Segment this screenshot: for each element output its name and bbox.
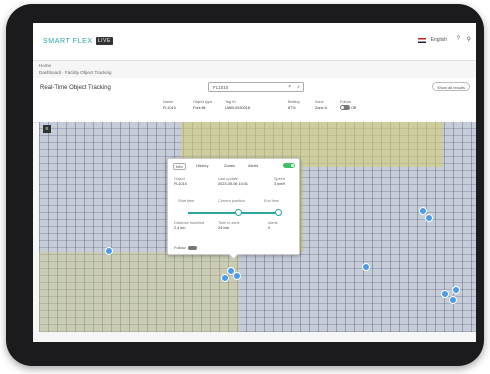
top-bar: SMART FLEX LIVE English ? ⚲ (33, 23, 476, 61)
tablet-frame: SMART FLEX LIVE English ? ⚲ Home Dashboar… (6, 4, 484, 366)
logo-badge: LIVE (95, 37, 113, 45)
layers-icon[interactable]: ≡ (43, 125, 51, 133)
field-speed: Speed 3 km/h (274, 177, 286, 186)
help-icon[interactable]: ? (457, 36, 460, 42)
search-value: FL1010 (213, 85, 229, 90)
time-slider-end-handle[interactable] (275, 209, 282, 216)
column-tag-id: Tag ID UWB-0030018 (225, 100, 250, 110)
logo-text: SMART FLEX (43, 38, 93, 45)
time-slider[interactable] (188, 212, 278, 214)
tracking-header: Real-Time Object Tracking FL1010 × ⌕ Sho… (33, 78, 476, 123)
object-info-popup: Info History Zones Alerts Object FL1010 … (167, 158, 300, 260)
user-icon[interactable]: ⚲ (467, 36, 471, 43)
field-distance: Distance travelled 2.4 km (174, 221, 205, 230)
zone-area (39, 252, 239, 332)
tag-marker[interactable] (105, 247, 113, 255)
column-battery: Battery 87% (288, 100, 301, 110)
slider-start-label: Start time (178, 199, 195, 203)
zone-area (303, 122, 443, 167)
breadcrumb: Home Dashboard · Facility Object Trackin… (39, 62, 112, 76)
popup-follow-toggle[interactable] (187, 246, 197, 250)
popup-follow: Follow (174, 245, 197, 250)
tag-marker[interactable] (449, 296, 457, 304)
tag-marker[interactable] (441, 290, 449, 298)
breadcrumb-home[interactable]: Home (39, 62, 112, 69)
field-object: Object FL1010 (174, 177, 187, 186)
tag-marker[interactable] (233, 272, 241, 280)
column-name: Name FL1010 (163, 100, 176, 110)
tracking-toggle[interactable] (283, 163, 295, 168)
tab-info[interactable]: Info (173, 163, 186, 170)
search-icon[interactable]: ⌕ (297, 84, 300, 90)
tab-zones[interactable]: Zones (224, 163, 235, 168)
tag-marker[interactable] (362, 263, 370, 271)
field-alerts: Alerts 0 (268, 221, 278, 230)
tab-history[interactable]: History (196, 163, 208, 168)
column-follow: Follow Off (340, 100, 357, 110)
app-screen: SMART FLEX LIVE English ? ⚲ Home Dashboar… (33, 23, 476, 342)
language-selector[interactable]: English (431, 37, 447, 43)
app-logo[interactable]: SMART FLEX LIVE (43, 37, 113, 45)
tag-marker[interactable] (452, 286, 460, 294)
follow-toggle[interactable] (340, 105, 350, 110)
search-input[interactable]: FL1010 × ⌕ (208, 82, 304, 92)
column-object-type: Object type Fork lift (193, 100, 213, 110)
field-last-update: Last update 2023-05-06 10:41 (218, 177, 248, 186)
slider-end-label: End time (264, 199, 279, 203)
page-title: Real-Time Object Tracking (40, 85, 111, 91)
slider-current-label: Current position (218, 199, 245, 203)
field-time-in-zone: Time in zone 24 min (218, 221, 240, 230)
column-zone: Zone Zone A (315, 100, 328, 110)
flag-icon[interactable] (418, 38, 426, 43)
tab-alerts[interactable]: Alerts (248, 163, 258, 168)
clear-search-icon[interactable]: × (288, 84, 291, 90)
tag-marker[interactable] (425, 214, 433, 222)
breadcrumb-current[interactable]: Dashboard · Facility Object Tracking (39, 69, 112, 76)
tag-marker[interactable] (221, 274, 229, 282)
time-slider-handle[interactable] (234, 209, 242, 216)
show-all-button[interactable]: Show all results (431, 82, 470, 91)
